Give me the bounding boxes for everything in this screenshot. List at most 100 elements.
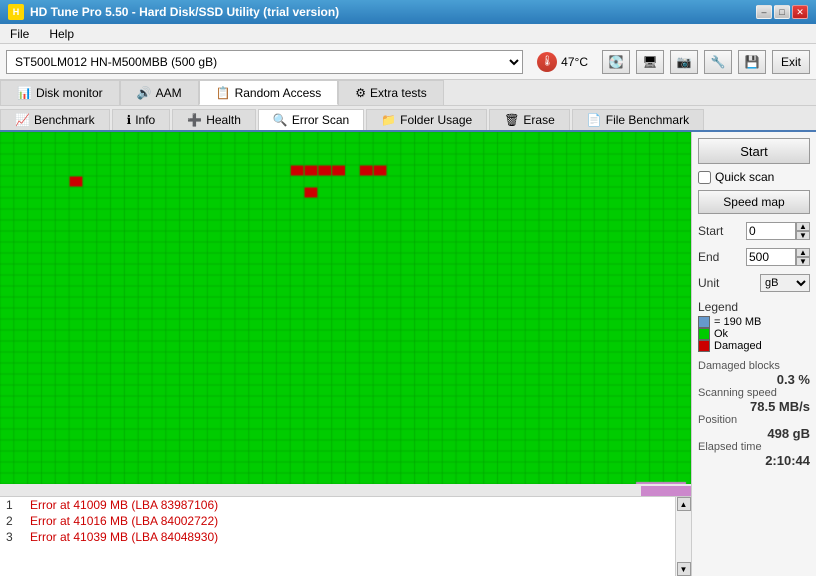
scan-panel: 1 Error at 41009 MB (LBA 83987106) 2 Err… bbox=[0, 132, 691, 576]
block-size-label: = 190 MB bbox=[714, 316, 761, 328]
scan-canvas bbox=[0, 132, 691, 484]
temperature-value: 47°C bbox=[561, 55, 588, 69]
elapsed-time-label: Elapsed time bbox=[698, 441, 810, 453]
quick-scan-checkbox[interactable] bbox=[698, 171, 711, 184]
toolbar: ST500LM012 HN-M500MBB (500 gB) 🌡 47°C 💽 … bbox=[0, 44, 816, 80]
table-row: 2 Error at 41016 MB (LBA 84002722) bbox=[0, 513, 675, 529]
legend-block-size: = 190 MB bbox=[698, 316, 810, 328]
file-benchmark-icon: 📄 bbox=[587, 113, 602, 127]
exit-button[interactable]: Exit bbox=[772, 50, 810, 74]
end-up-btn[interactable]: ▲ bbox=[796, 248, 810, 257]
error-log: 1 Error at 41009 MB (LBA 83987106) 2 Err… bbox=[0, 496, 691, 576]
damaged-blocks-label: Damaged blocks bbox=[698, 360, 810, 372]
aam-icon: 🔊 bbox=[137, 86, 152, 100]
tab-folder-usage[interactable]: 📁 Folder Usage bbox=[366, 109, 487, 130]
start-label: Start bbox=[698, 224, 723, 238]
benchmark-icon: 📈 bbox=[15, 113, 30, 127]
random-access-icon: 📋 bbox=[216, 86, 231, 100]
start-param-row: Start ▲ ▼ bbox=[698, 222, 810, 240]
end-value-box: ▲ ▼ bbox=[746, 248, 810, 266]
camera-icon-btn[interactable]: 📷 bbox=[670, 50, 698, 74]
info-icon-btn[interactable]: 💽 bbox=[602, 50, 630, 74]
end-spinners: ▲ ▼ bbox=[796, 248, 810, 266]
start-spinners: ▲ ▼ bbox=[796, 222, 810, 240]
erase-icon: 🗑 bbox=[504, 113, 519, 127]
tab-info[interactable]: ℹ Info bbox=[112, 109, 171, 130]
legend-title: Legend bbox=[698, 300, 810, 314]
ok-icon bbox=[698, 328, 710, 340]
start-button[interactable]: Start bbox=[698, 138, 810, 164]
tabs-row1: 📊 Disk monitor 🔊 AAM 📋 Random Access ⚙ E… bbox=[0, 80, 816, 106]
close-button[interactable]: ✕ bbox=[792, 5, 808, 19]
scroll-up-arrow[interactable]: ▲ bbox=[677, 497, 691, 511]
position-value: 498 gB bbox=[698, 426, 810, 441]
tab-random-access[interactable]: 📋 Random Access bbox=[199, 80, 339, 105]
quick-scan-label: Quick scan bbox=[715, 170, 774, 184]
disk-monitor-icon: 📊 bbox=[17, 86, 32, 100]
unit-param-row: Unit gB MB bbox=[698, 274, 810, 292]
legend-damaged: Damaged bbox=[698, 340, 810, 352]
thermometer-icon: 🌡 bbox=[537, 52, 557, 72]
error-scrollbar: ▲ ▼ bbox=[675, 497, 691, 576]
right-panel: Start Quick scan Speed map Start ▲ ▼ End bbox=[691, 132, 816, 576]
end-input[interactable] bbox=[746, 248, 796, 266]
folder-icon: 📁 bbox=[381, 113, 396, 127]
elapsed-time-value: 2:10:44 bbox=[698, 453, 810, 468]
tabs-row2: 📈 Benchmark ℹ Info ➕ Health 🔍 Error Scan… bbox=[0, 106, 816, 132]
save-icon-btn[interactable]: 💾 bbox=[738, 50, 766, 74]
window-controls: – □ ✕ bbox=[756, 5, 808, 19]
health-icon: ➕ bbox=[187, 113, 202, 127]
tab-aam[interactable]: 🔊 AAM bbox=[120, 80, 199, 105]
start-up-btn[interactable]: ▲ bbox=[796, 222, 810, 231]
start-down-btn[interactable]: ▼ bbox=[796, 231, 810, 240]
position-indicator bbox=[641, 486, 691, 496]
menu-file[interactable]: File bbox=[4, 26, 35, 42]
extra-tests-icon: ⚙ bbox=[355, 86, 366, 100]
scroll-track[interactable] bbox=[676, 511, 691, 562]
title-bar-left: H HD Tune Pro 5.50 - Hard Disk/SSD Utili… bbox=[8, 4, 339, 20]
start-input[interactable] bbox=[746, 222, 796, 240]
tab-erase[interactable]: 🗑 Erase bbox=[489, 109, 570, 130]
scanning-speed-label: Scanning speed bbox=[698, 387, 810, 399]
unit-label: Unit bbox=[698, 276, 719, 290]
error-scan-grid bbox=[0, 132, 691, 484]
block-size-icon bbox=[698, 316, 710, 328]
temperature-display: 🌡 47°C bbox=[529, 50, 596, 74]
settings-icon-btn[interactable]: 🔧 bbox=[704, 50, 732, 74]
end-down-btn[interactable]: ▼ bbox=[796, 257, 810, 266]
table-row: 1 Error at 41009 MB (LBA 83987106) bbox=[0, 497, 675, 513]
grid-footer bbox=[0, 484, 691, 496]
speed-map-button[interactable]: Speed map bbox=[698, 190, 810, 214]
error-list: 1 Error at 41009 MB (LBA 83987106) 2 Err… bbox=[0, 497, 675, 576]
legend-section: Legend = 190 MB Ok Damaged bbox=[698, 300, 810, 352]
unit-selector[interactable]: gB MB bbox=[760, 274, 810, 292]
end-label: End bbox=[698, 250, 719, 264]
tab-error-scan[interactable]: 🔍 Error Scan bbox=[258, 109, 364, 130]
main-content: 1 Error at 41009 MB (LBA 83987106) 2 Err… bbox=[0, 132, 816, 576]
start-value-box: ▲ ▼ bbox=[746, 222, 810, 240]
quick-scan-row: Quick scan bbox=[698, 168, 810, 186]
ok-label: Ok bbox=[714, 328, 728, 340]
app-icon: H bbox=[8, 4, 24, 20]
tab-file-benchmark[interactable]: 📄 File Benchmark bbox=[572, 109, 704, 130]
damaged-blocks-value: 0.3 % bbox=[698, 372, 810, 387]
tab-disk-monitor[interactable]: 📊 Disk monitor bbox=[0, 80, 120, 105]
tab-extra-tests[interactable]: ⚙ Extra tests bbox=[338, 80, 443, 105]
maximize-button[interactable]: □ bbox=[774, 5, 790, 19]
title-bar: H HD Tune Pro 5.50 - Hard Disk/SSD Utili… bbox=[0, 0, 816, 24]
hdd-icon-btn[interactable]: 🖥 bbox=[636, 50, 664, 74]
menu-help[interactable]: Help bbox=[43, 26, 80, 42]
minimize-button[interactable]: – bbox=[756, 5, 772, 19]
stats-section: Damaged blocks 0.3 % Scanning speed 78.5… bbox=[698, 360, 810, 468]
damaged-icon bbox=[698, 340, 710, 352]
drive-selector[interactable]: ST500LM012 HN-M500MBB (500 gB) bbox=[6, 50, 523, 74]
window-title: HD Tune Pro 5.50 - Hard Disk/SSD Utility… bbox=[30, 5, 339, 19]
tab-benchmark[interactable]: 📈 Benchmark bbox=[0, 109, 110, 130]
position-label: Position bbox=[698, 414, 810, 426]
tab-health[interactable]: ➕ Health bbox=[172, 109, 256, 130]
menu-bar: File Help bbox=[0, 24, 816, 44]
damaged-label: Damaged bbox=[714, 340, 762, 352]
legend-ok: Ok bbox=[698, 328, 810, 340]
info-icon: ℹ bbox=[127, 113, 132, 127]
scroll-down-arrow[interactable]: ▼ bbox=[677, 562, 691, 576]
